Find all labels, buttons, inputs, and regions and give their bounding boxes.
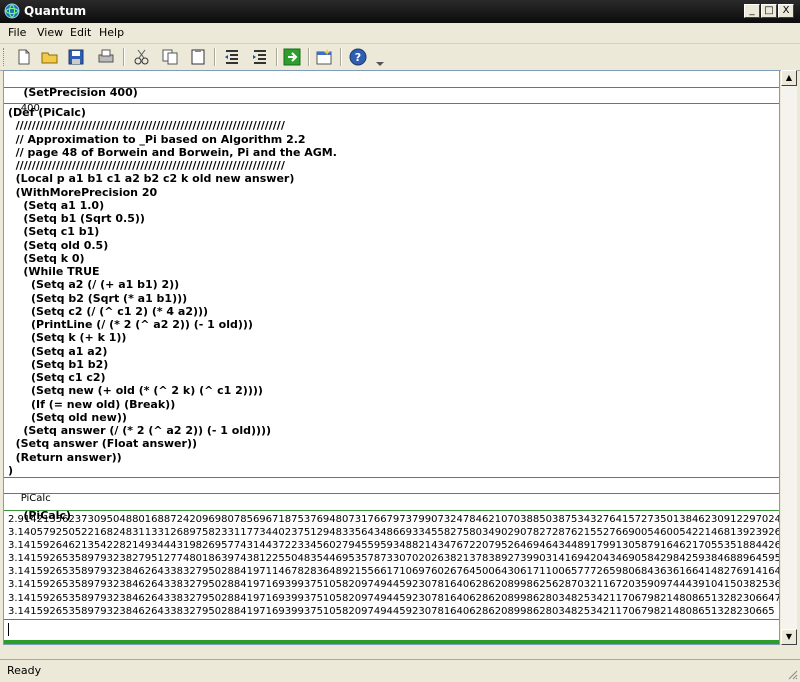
toolbar-grip[interactable] (3, 48, 7, 66)
output-cell-pi-digits: 2.91421356237309504880168872420969807856… (4, 511, 779, 620)
pi-approximation-line: 3.14159265358979323846264338327950288419… (8, 605, 775, 617)
code-line: (Setq a1 1.0) (8, 198, 105, 212)
status-text: Ready (7, 664, 42, 677)
save-icon[interactable] (66, 47, 86, 67)
paste-icon[interactable] (188, 47, 208, 67)
pi-approximation-line: 3.14159265358979323827951277480186397438… (8, 553, 779, 565)
code-line: // Approximation to _Pi based on Algorit… (8, 132, 306, 146)
toolbar-separator (123, 48, 125, 66)
text-cursor (8, 623, 9, 636)
toolbar-separator (308, 48, 310, 66)
code-line: (Setq b1 (Sqrt 0.5)) (8, 212, 145, 225)
toolbar: ? (0, 44, 800, 71)
vertical-scrollbar[interactable]: ▲ ▼ (781, 70, 797, 645)
new-file-icon[interactable] (14, 47, 34, 67)
code-line: (Setq b1 b2) (8, 357, 109, 371)
output-cell-def: PiCalc (4, 478, 779, 504)
code-line: (Setq a1 a2) (8, 344, 108, 358)
svg-text:?: ? (355, 51, 361, 64)
code-line: (Setq k (+ k 1)) (8, 331, 127, 345)
close-button[interactable]: X (778, 4, 794, 18)
help-icon[interactable]: ? (348, 47, 368, 67)
menu-file[interactable]: File (8, 26, 26, 39)
quantum-app-icon (4, 3, 20, 19)
cut-icon[interactable] (132, 47, 152, 67)
code-line: (While TRUE (8, 265, 100, 278)
code-line: (Setq c1 b1) (8, 225, 100, 239)
resize-grip-icon[interactable] (786, 668, 798, 680)
open-folder-icon[interactable] (40, 47, 60, 67)
outdent-icon[interactable] (222, 47, 242, 67)
title-bar: Quantum _ □ X (0, 0, 800, 23)
code-line: (WithMorePrecision 20 (8, 185, 158, 199)
code-line: (Setq new (+ old (* (^ 2 k) (^ c1 2)))) (8, 384, 263, 398)
output-cell-setprecision: 400 (4, 88, 779, 114)
toolbar-overflow-icon[interactable] (374, 58, 386, 68)
code-line: (If (= new old) (Break)) (8, 397, 176, 411)
toolbar-separator (340, 48, 342, 66)
input-cell-def-picalc[interactable]: (Def (PiCalc) //////////////////////////… (4, 104, 779, 478)
code-line: (Setq a2 (/ (+ a1 b1) 2)) (8, 278, 180, 292)
copy-icon[interactable] (160, 47, 180, 67)
toolbar-separator (214, 48, 216, 66)
print-icon[interactable] (96, 47, 116, 67)
input-cell-picalc-call[interactable]: (PiCalc) (4, 494, 779, 522)
menu-bar: File View Edit Help (0, 23, 800, 44)
pi-approximation-line: 3.14159265358979323846264338327950288419… (8, 566, 779, 578)
code-line: (Setq c1 c2) (8, 371, 106, 384)
code-line: (Setq c2 (/ (^ c1 2) (* 4 a2))) (8, 304, 209, 318)
code-line: (Def (PiCalc) (8, 106, 86, 119)
pi-approximation-line: 3.14057925052216824831133126897582331177… (8, 527, 779, 539)
code-line: (Setq old new)) (8, 410, 127, 424)
code-line: (PrintLine (/ (* 2 (^ a2 2)) (- 1 old))) (8, 318, 253, 331)
code-line: (Setq k 0) (8, 251, 85, 265)
code-line: (Local p a1 b1 c1 a2 b2 c2 k old new ans… (8, 172, 295, 186)
code-line: (Setq answer (/ (* 2 (^ a2 2)) (- 1 old)… (8, 424, 272, 437)
run-icon[interactable] (282, 47, 302, 67)
code-line: (Setq answer (Float answer)) (8, 437, 197, 451)
code-line: (Setq b2 (Sqrt (* a1 b1))) (8, 291, 188, 305)
code-line: (Setq old 0.5) (8, 238, 109, 252)
code-line: ////////////////////////////////////////… (8, 159, 285, 172)
scroll-down-button[interactable]: ▼ (781, 629, 797, 645)
maximize-button[interactable]: □ (761, 4, 777, 18)
new-input-cell[interactable] (4, 620, 779, 644)
notebook-document[interactable]: (SetPrecision 400) 400 (Def (PiCalc) ///… (3, 70, 780, 645)
pi-approximation-line: 2.91421356237309504880168872420969807856… (8, 514, 779, 525)
code-line: (Return answer)) (8, 450, 122, 464)
minimize-button[interactable]: _ (744, 4, 760, 18)
menu-edit[interactable]: Edit (70, 26, 91, 39)
indent-icon[interactable] (250, 47, 270, 67)
code-line: // page 48 of Borwein and Borwein, Pi an… (8, 145, 337, 159)
input-cell-setprecision[interactable]: (SetPrecision 400) (4, 71, 779, 99)
window-title: Quantum (24, 4, 87, 18)
pi-approximation-line: 3.14159264621354228214934443198269577431… (8, 540, 779, 552)
toolbar-separator (276, 48, 278, 66)
new-cell-icon[interactable] (314, 47, 334, 67)
pi-approximation-line: 3.14159265358979323846264338327950288419… (8, 579, 779, 591)
scroll-up-button[interactable]: ▲ (781, 70, 797, 86)
status-bar: Ready (0, 659, 800, 682)
code-line: ) (8, 463, 14, 477)
menu-view[interactable]: View (37, 26, 63, 39)
menu-help[interactable]: Help (99, 26, 124, 39)
code-line: ////////////////////////////////////////… (8, 119, 285, 133)
pi-approximation-line: 3.14159265358979323846264338327950288419… (8, 592, 779, 604)
